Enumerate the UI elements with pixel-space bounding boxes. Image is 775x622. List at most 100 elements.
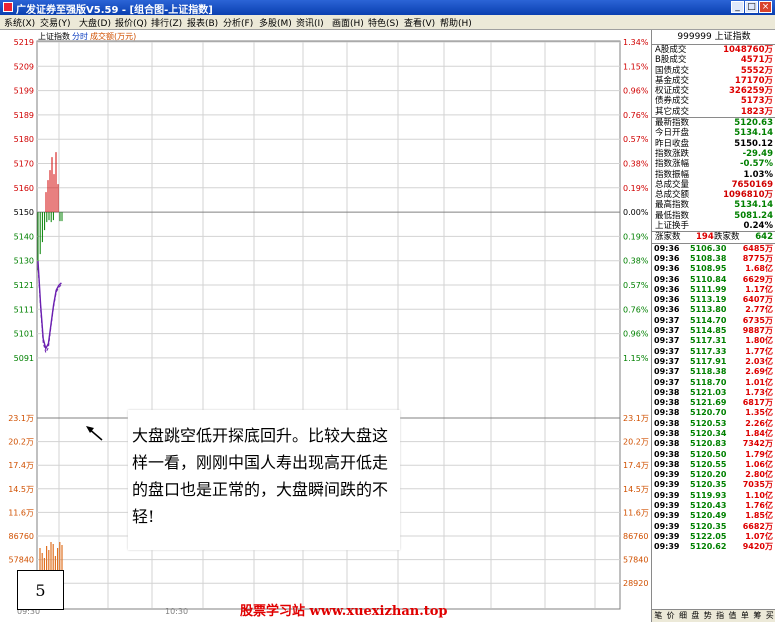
menu-item-6[interactable]: 分析(F) [223,16,253,29]
volume-tick-label-right: 57840 [623,556,648,565]
tick-row: 09:38 5121.03 1.73亿 [652,388,775,398]
price-tick-label: 5209 [14,62,34,71]
index-stat-value: 1096810万 [723,190,773,201]
maximize-button[interactable]: □ [745,1,758,13]
tick-row: 09:36 5110.84 6629万 [652,275,775,285]
panel-tab-9[interactable]: 买 [764,610,775,622]
close-button[interactable]: × [759,1,772,13]
menu-item-12[interactable]: 帮助(H) [440,16,472,29]
panel-tab-7[interactable]: 单 [739,610,751,622]
tick-price: 5106.30 [690,243,727,253]
tick-row: 09:37 5114.70 6735万 [652,316,775,326]
tick-price: 5120.43 [690,501,727,511]
index-stat-row: 总成交量 7650169 [652,180,775,190]
tick-price: 5111.99 [690,284,727,294]
menu-item-4[interactable]: 排行(Z) [151,16,182,29]
index-stat-label: 指数涨跌 [655,148,690,159]
tick-amount: 1.73亿 [745,387,773,397]
panel-tab-8[interactable]: 筹 [751,610,763,622]
index-stat-label: 指数振幅 [655,169,690,180]
menu-item-11[interactable]: 查看(V) [404,16,435,29]
tick-row: 09:37 5117.31 1.80亿 [652,336,775,346]
panel-tab-3[interactable]: 盘 [689,610,701,622]
quote-panel-title: 999999 上证指数 [652,30,775,45]
price-tick-label: 5091 [14,354,34,363]
tick-row: 09:38 5120.70 1.35亿 [652,408,775,418]
tick-row: 09:38 5120.53 2.26亿 [652,419,775,429]
index-stat-row: 上证换手 0.24% [652,221,775,231]
percent-tick-label: 0.76% [623,305,649,314]
index-stat-row: 指数涨跌 -29.49 [652,149,775,159]
panel-tab-2[interactable]: 细 [677,610,689,622]
tick-price: 5120.20 [690,470,727,480]
menu-item-3[interactable]: 报价(Q) [115,16,147,29]
percent-tick-label: 0.19% [623,232,649,241]
tick-time: 09:39 [654,531,680,541]
menu-item-8[interactable]: 资讯(I) [296,16,324,29]
panel-tab-0[interactable]: 笔 [652,610,664,622]
tick-amount: 7342万 [742,439,773,449]
panel-tab-6[interactable]: 值 [726,610,738,622]
index-stats-list: 最新指数 5120.63 今日开盘 5134.14 昨日收盘 5150.12 指数涨跌 -29… [652,118,775,231]
tick-amount: 6817万 [742,398,773,408]
tick-time: 09:38 [654,439,680,449]
tick-list[interactable]: 09:36 5106.30 6485万 09:36 5108.38 8775万 09:36 5… [652,244,775,553]
tick-row: 09:39 5120.35 6682万 [652,522,775,532]
turnover-row: 权证成交 326259万 [652,86,775,96]
tick-row: 09:36 5106.30 6485万 [652,244,775,254]
volume-tick-label-right: 17.4万 [623,461,649,470]
tick-amount: 2.77亿 [745,305,773,315]
turnover-label: 基金成交 [655,75,690,86]
tick-price: 5113.19 [690,295,727,305]
tick-time: 09:38 [654,428,680,438]
menu-item-10[interactable]: 特色(S) [368,16,399,29]
volume-tick-label: 11.6万 [8,508,34,517]
tick-time: 09:37 [654,346,680,356]
index-stat-value: 5134.14 [734,200,773,211]
tick-row: 09:36 5113.80 2.77亿 [652,305,775,315]
menu-item-7[interactable]: 多股(M) [259,16,292,29]
turnover-row: 国债成交 5552万 [652,66,775,76]
tick-row: 09:37 5117.33 1.77亿 [652,347,775,357]
index-stat-row: 指数振幅 1.03% [652,170,775,180]
chart-series-label: 成交额(万元) [90,31,136,41]
price-tick-label: 5199 [14,87,34,96]
turnover-value: 1048760万 [723,45,773,55]
chart-tab-timeshare: 分时 [72,31,88,41]
menu-item-9[interactable]: 画面(H) [332,16,364,29]
tick-row: 09:37 5117.91 2.03亿 [652,357,775,367]
tick-row: 09:37 5118.38 2.69亿 [652,367,775,377]
panel-tab-1[interactable]: 价 [664,610,676,622]
menu-item-0[interactable]: 系统(X) [4,16,35,29]
volume-tick-label: 23.1万 [8,414,34,423]
tick-price: 5121.03 [690,387,727,397]
volume-tick-label: 86760 [9,532,34,541]
index-stat-label: 总成交额 [655,190,690,201]
index-stat-label: 昨日收盘 [655,138,690,149]
tick-amount: 6735万 [742,315,773,325]
menu-item-5[interactable]: 报表(B) [187,16,218,29]
panel-tab-4[interactable]: 势 [702,610,714,622]
tick-time: 09:36 [654,243,680,253]
tick-time: 09:36 [654,295,680,305]
tick-row: 09:38 5120.55 1.06亿 [652,460,775,470]
price-tick-label: 5101 [14,330,34,339]
tick-time: 09:38 [654,449,680,459]
turnover-row: 基金成交 17170万 [652,76,775,86]
price-tick-label: 5160 [14,184,34,193]
tick-row: 09:36 5111.99 1.17亿 [652,285,775,295]
tick-row: 09:38 5120.34 1.84亿 [652,429,775,439]
menu-item-1[interactable]: 交易(Y) [40,16,71,29]
tick-price: 5120.62 [690,542,727,552]
panel-tab-5[interactable]: 指 [714,610,726,622]
tick-price: 5110.84 [690,274,727,284]
price-tick-label: 5140 [14,232,34,241]
tick-time: 09:38 [654,459,680,469]
tick-price: 5120.49 [690,511,727,521]
tick-price: 5118.70 [690,377,727,387]
tick-row: 09:36 5108.38 8775万 [652,254,775,264]
percent-tick-label: 0.96% [623,87,649,96]
minimize-button[interactable]: _ [731,1,744,13]
percent-tick-label: 1.15% [623,354,649,363]
menu-item-2[interactable]: 大盘(D) [79,16,111,29]
